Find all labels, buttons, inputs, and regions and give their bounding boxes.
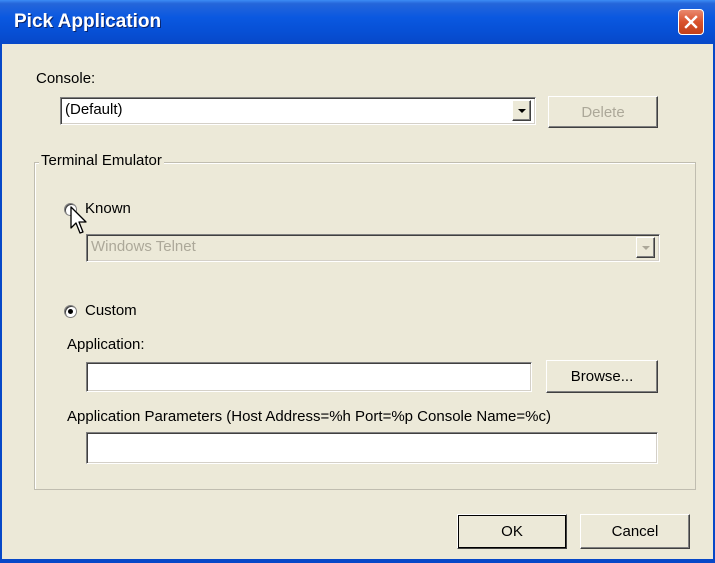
chevron-down-icon (641, 245, 650, 250)
known-select-value: Windows Telnet (91, 238, 196, 255)
known-dropdown-button[interactable] (636, 237, 655, 258)
application-parameters-input[interactable] (86, 432, 658, 464)
known-label[interactable]: Known (85, 200, 131, 217)
mouse-cursor-icon (70, 206, 87, 234)
chevron-down-icon (517, 108, 526, 113)
console-select[interactable]: (Default) (60, 97, 536, 125)
custom-label[interactable]: Custom (85, 302, 137, 319)
browse-button[interactable]: Browse... (546, 360, 658, 393)
application-parameters-label: Application Parameters (Host Address=%h … (67, 408, 551, 425)
application-label: Application: (67, 336, 145, 353)
custom-radio[interactable] (64, 305, 77, 318)
console-dropdown-button[interactable] (512, 100, 531, 121)
console-label: Console: (36, 70, 96, 87)
ok-button[interactable]: OK (457, 514, 567, 549)
title-bar[interactable]: Pick Application (0, 0, 715, 44)
close-button[interactable] (678, 9, 704, 35)
close-icon (684, 15, 698, 29)
terminal-emulator-label: Terminal Emulator (39, 152, 164, 169)
delete-button[interactable]: Delete (548, 96, 658, 128)
known-select[interactable]: Windows Telnet (86, 234, 660, 262)
console-select-value: (Default) (65, 101, 123, 118)
application-input[interactable] (86, 362, 532, 392)
cancel-button[interactable]: Cancel (580, 514, 690, 549)
window-title: Pick Application (14, 11, 162, 32)
